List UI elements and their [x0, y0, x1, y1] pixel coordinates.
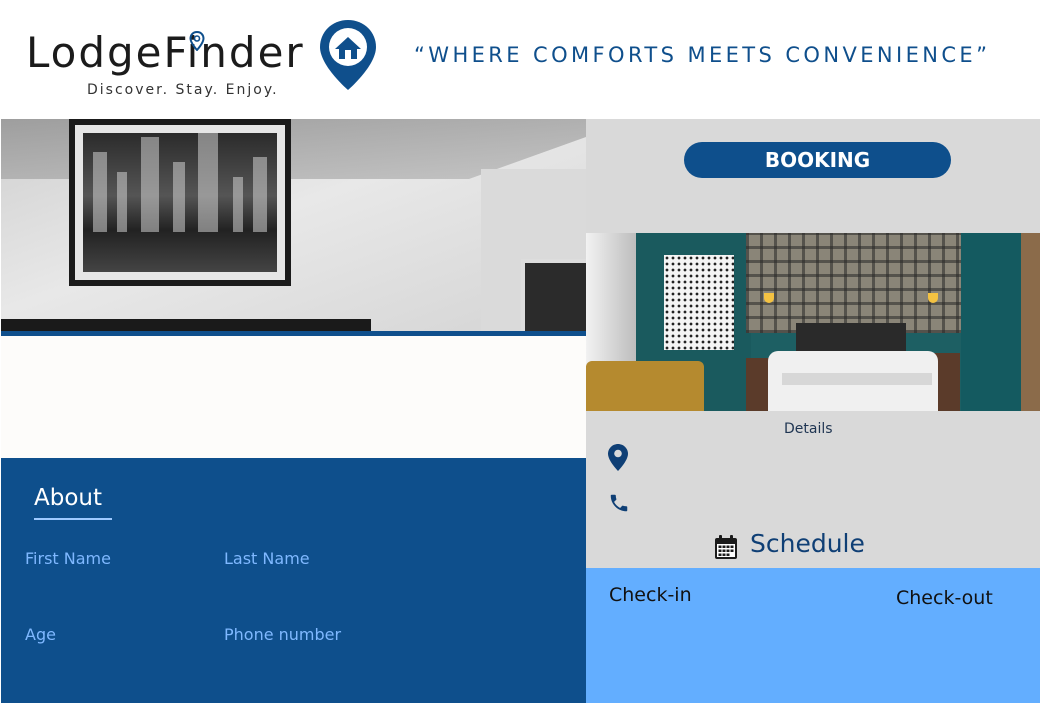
phone-number-field[interactable]: Phone number: [224, 625, 341, 644]
framed-city-photo: [69, 119, 291, 286]
tagline: “WHERE COMFORTS MEETS CONVENIENCE”: [414, 43, 991, 67]
map-pin-icon: [608, 444, 628, 471]
about-title: About: [34, 485, 103, 511]
about-underline: [34, 518, 112, 520]
home-pin-logo-icon: [320, 20, 376, 90]
phone-icon: [610, 494, 628, 512]
small-pin-icon: [189, 31, 205, 51]
blank-content-area: [1, 336, 586, 458]
first-name-field[interactable]: First Name: [25, 549, 111, 568]
brand-logo-text[interactable]: LodgeFinder: [26, 28, 305, 77]
site-header: LodgeFinder Discover. Stay. Enjoy. “WHER…: [0, 0, 1040, 119]
checkout-field[interactable]: Check-out: [896, 587, 993, 609]
brand-subtitle: Discover. Stay. Enjoy.: [87, 82, 279, 98]
bedroom-photo: [586, 233, 1040, 411]
details-label: Details: [784, 421, 833, 437]
hero-room-image: [1, 119, 586, 334]
booking-button[interactable]: BOOKING: [684, 142, 951, 178]
checkin-field[interactable]: Check-in: [609, 584, 692, 606]
calendar-icon: [715, 535, 737, 559]
schedule-title: Schedule: [750, 529, 865, 558]
about-panel: About First Name Last Name Age Phone num…: [1, 458, 586, 703]
age-field[interactable]: Age: [25, 625, 56, 644]
last-name-field[interactable]: Last Name: [224, 549, 310, 568]
